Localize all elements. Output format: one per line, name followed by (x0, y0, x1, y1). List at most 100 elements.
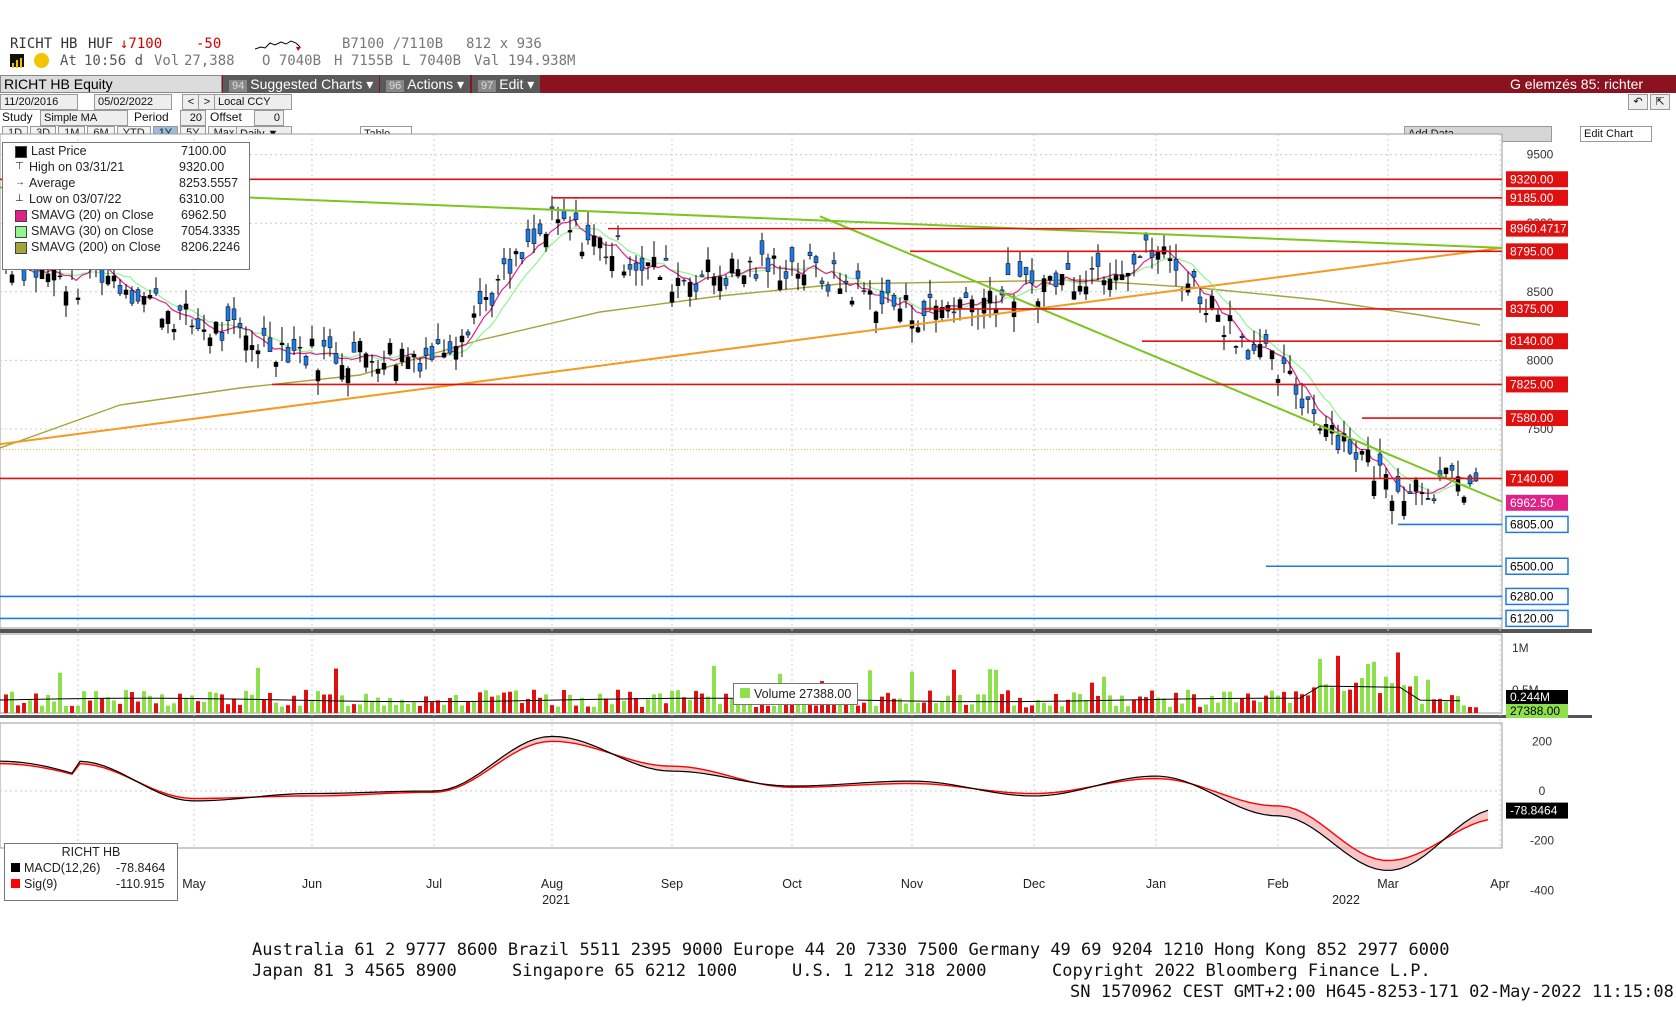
volume-bar (574, 705, 578, 713)
price-tick-label: 9500 (1527, 148, 1554, 162)
volume-bar (544, 694, 548, 713)
volume-bar (1378, 693, 1382, 713)
volume-bar (1012, 705, 1016, 713)
volume-bar (1240, 698, 1244, 713)
volume-bar (322, 694, 326, 713)
volume-bar (22, 702, 26, 713)
candle-body (225, 306, 231, 322)
volume-bar (1108, 695, 1112, 713)
volume-bar (178, 693, 182, 713)
legend-label: Average (29, 176, 76, 190)
candle-body (825, 284, 831, 292)
volume-bar (472, 701, 476, 713)
candle-body (531, 228, 537, 244)
volume-bar (1000, 694, 1004, 713)
volume-tag-label: 0.244M (1510, 690, 1550, 704)
volume-bar (952, 669, 956, 713)
candle-body (759, 240, 765, 255)
volume-bar (430, 702, 434, 713)
panel-divider (0, 629, 1592, 633)
candle-body (1065, 262, 1071, 270)
price-tag-label: 8375.00 (1510, 302, 1554, 316)
price-chart[interactable]: 750080008500900095009320.009185.008960.4… (0, 0, 1676, 1035)
legend-label: SMAVG (200) on Close (31, 240, 161, 254)
candle-body (315, 370, 321, 382)
volume-bar (844, 704, 848, 713)
candle-body (651, 256, 657, 268)
volume-bar (1384, 676, 1388, 713)
volume-bar (64, 705, 68, 713)
volume-bar (1186, 689, 1190, 713)
candle-body (9, 274, 15, 283)
candle-body (141, 296, 147, 305)
price-tag-label: 7140.00 (1510, 471, 1554, 485)
volume-bar (532, 689, 536, 713)
candle-body (1227, 315, 1233, 322)
candle-body (957, 299, 963, 309)
candle-body (585, 224, 591, 241)
legend-value: 6962.50 (181, 208, 227, 222)
volume-bar (664, 703, 668, 713)
volume-bar (676, 690, 680, 713)
candle-body (513, 251, 519, 255)
price-tag-label: 6805.00 (1510, 517, 1554, 531)
volume-bar (1354, 682, 1358, 713)
candle-body (213, 321, 219, 334)
volume-bar (442, 704, 446, 713)
candle-body (1233, 346, 1239, 348)
volume-bar (160, 694, 164, 713)
month-label: Mar (1377, 877, 1399, 891)
candle-body (459, 335, 465, 343)
legend-value: 7100.00 (181, 144, 227, 158)
volume-bar (988, 669, 992, 713)
month-label: Sep (661, 877, 683, 891)
candle-body (783, 271, 789, 279)
volume-bar (1174, 692, 1178, 713)
candle-body (1275, 378, 1281, 383)
legend-row: SMAVG (30) on Close 7054.3335 (3, 223, 249, 239)
macd-tick-label: -400 (1530, 883, 1554, 897)
candle-body (591, 235, 597, 247)
candle-body (645, 262, 651, 267)
volume-bar (622, 700, 626, 713)
candle-body (327, 336, 333, 349)
volume-bar (736, 704, 740, 713)
volume-bar (1216, 702, 1220, 713)
volume-bar (1018, 697, 1022, 713)
candle-body (819, 280, 825, 284)
volume-bar (298, 705, 302, 713)
price-tag-label: 8795.00 (1510, 244, 1554, 258)
candle-body (207, 337, 213, 346)
volume-bar (334, 668, 338, 713)
volume-bar (220, 694, 224, 713)
price-tag-label: 6280.00 (1510, 589, 1554, 603)
signal-value: -110.915 (116, 877, 165, 891)
month-label: Jun (302, 877, 322, 891)
candle-body (261, 327, 267, 336)
volume-bar (418, 705, 422, 713)
candle-body (837, 288, 843, 294)
volume-bar (70, 705, 74, 713)
candle-body (963, 292, 969, 298)
legend-row: SMAVG (200) on Close 8206.2246 (3, 239, 249, 255)
candle-body (1245, 350, 1251, 360)
volume-bar (466, 701, 470, 713)
volume-bar (1132, 700, 1136, 713)
volume-bar (358, 704, 362, 713)
volume-bar (88, 700, 92, 713)
candle-body (237, 323, 243, 328)
volume-bar (184, 697, 188, 713)
candle-body (1209, 295, 1215, 310)
volume-bar (100, 698, 104, 713)
volume-bar (1030, 705, 1034, 713)
candle-body (777, 280, 783, 290)
candle-body (1251, 344, 1257, 351)
legend-swatch (15, 146, 27, 158)
price-tag-label: 9320.00 (1510, 172, 1554, 186)
macd-value: -78.8464 (116, 861, 166, 875)
volume-bar (328, 694, 332, 713)
candle-body (1293, 385, 1299, 395)
candle-body (321, 339, 327, 347)
candle-body (75, 297, 81, 300)
candle-body (1389, 500, 1395, 511)
